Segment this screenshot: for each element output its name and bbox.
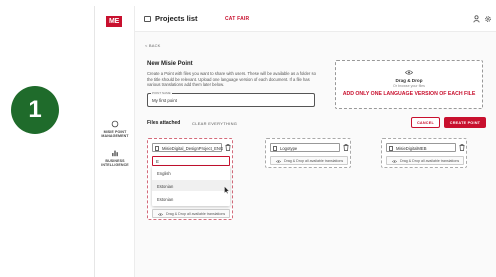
page-title: Projects list — [155, 14, 198, 23]
eye-icon — [405, 70, 413, 75]
dropzone-title: Drag & Drop — [395, 78, 423, 83]
folder-icon — [144, 16, 151, 22]
drag-drop-label: Drag & Drop all available translations — [400, 159, 460, 164]
file-card: Logotype Drag & Drop all available trans… — [265, 138, 351, 168]
section-title: New Misie Point — [147, 61, 193, 67]
language-option[interactable]: Estonian — [152, 193, 230, 204]
circle-icon — [111, 120, 119, 128]
drag-drop-translations[interactable]: Drag & Drop all available translations — [152, 209, 230, 218]
drag-drop-label: Drag & Drop all available translations — [284, 159, 344, 164]
dropzone-subtitle: Or browse your files — [393, 84, 425, 88]
eye-icon — [276, 159, 281, 163]
bar-chart-icon — [112, 150, 118, 157]
point-name-field[interactable]: POINT NAME My first point — [147, 91, 315, 107]
language-dropdown-menu: English Estonian Estonian — [152, 166, 230, 206]
gear-icon[interactable] — [484, 15, 492, 23]
file-dropzone[interactable]: Drag & Drop Or browse your files ADD ONL… — [335, 60, 483, 109]
sidebar-item-label: MANAGEMENT — [101, 134, 129, 139]
sidebar-item-misie-point-management[interactable]: MISIE POINT MANAGEMENT — [97, 120, 133, 138]
eye-icon — [158, 212, 163, 216]
language-option[interactable]: Estonian — [152, 180, 230, 191]
drag-drop-translations[interactable]: Drag & Drop all available translations — [386, 156, 464, 165]
sidebar: ME MISIE POINT MANAGEMENT BUSINESS INTEL… — [95, 6, 135, 277]
eye-icon — [392, 159, 397, 163]
language-input-value: E — [156, 159, 159, 164]
file-name-box: Logotype — [270, 143, 340, 152]
file-name: MisieDigitalMEB — [396, 146, 427, 151]
page: 1 ME MISIE POINT MANAGEMENT BUSINESS INT… — [0, 0, 496, 277]
file-card: MisieDigitalMEB Drag & Drop all availabl… — [381, 138, 467, 168]
file-name: Logotype — [280, 146, 298, 151]
drag-drop-translations[interactable]: Drag & Drop all available translations — [270, 156, 348, 165]
trash-icon[interactable] — [459, 144, 465, 151]
language-input[interactable]: E — [152, 156, 230, 166]
project-tag: CAT FAIR — [225, 15, 250, 22]
main-content: < BACK New Misie Point Create a Point wi… — [135, 32, 496, 277]
user-icon[interactable] — [473, 15, 480, 23]
create-point-button[interactable]: CREATE POINT — [444, 117, 486, 128]
field-label: POINT NAME — [151, 91, 172, 95]
document-icon — [389, 145, 393, 151]
sidebar-item-label: INTELLIGENCE — [101, 163, 129, 168]
drag-drop-label: Drag & Drop all available translations — [166, 212, 226, 217]
top-bar: Projects list CAT FAIR — [135, 6, 496, 32]
mouse-cursor-icon — [224, 186, 230, 194]
field-value: My first point — [152, 98, 177, 103]
clear-everything-link[interactable]: CLEAR EVERYTHING — [192, 121, 237, 126]
dropzone-warning: ADD ONLY ONE LANGUAGE VERSION OF EACH FI… — [342, 91, 476, 97]
files-attached-heading: Files attached — [147, 120, 181, 126]
back-link[interactable]: < BACK — [145, 43, 161, 48]
document-icon — [273, 145, 277, 151]
language-option[interactable]: English — [152, 167, 230, 178]
step-number-badge: 1 — [11, 86, 59, 134]
file-name: MisieDigital_DesignProject_ENG — [162, 146, 224, 151]
file-name-box: MisieDigitalMEB — [386, 143, 456, 152]
file-card: MisieDigital_DesignProject_ENG E English… — [147, 138, 233, 220]
cancel-button[interactable]: CANCEL — [411, 117, 440, 128]
file-name-box: MisieDigital_DesignProject_ENG — [152, 143, 224, 152]
section-description: Create a Point with files you want to sh… — [147, 71, 316, 88]
app-window: ME MISIE POINT MANAGEMENT BUSINESS INTEL… — [94, 6, 496, 277]
sidebar-item-business-intelligence[interactable]: BUSINESS INTELLIGENCE — [97, 149, 133, 167]
trash-icon[interactable] — [343, 144, 349, 151]
brand-logo[interactable]: ME — [106, 16, 122, 27]
document-icon — [155, 145, 159, 151]
trash-icon[interactable] — [225, 144, 231, 151]
